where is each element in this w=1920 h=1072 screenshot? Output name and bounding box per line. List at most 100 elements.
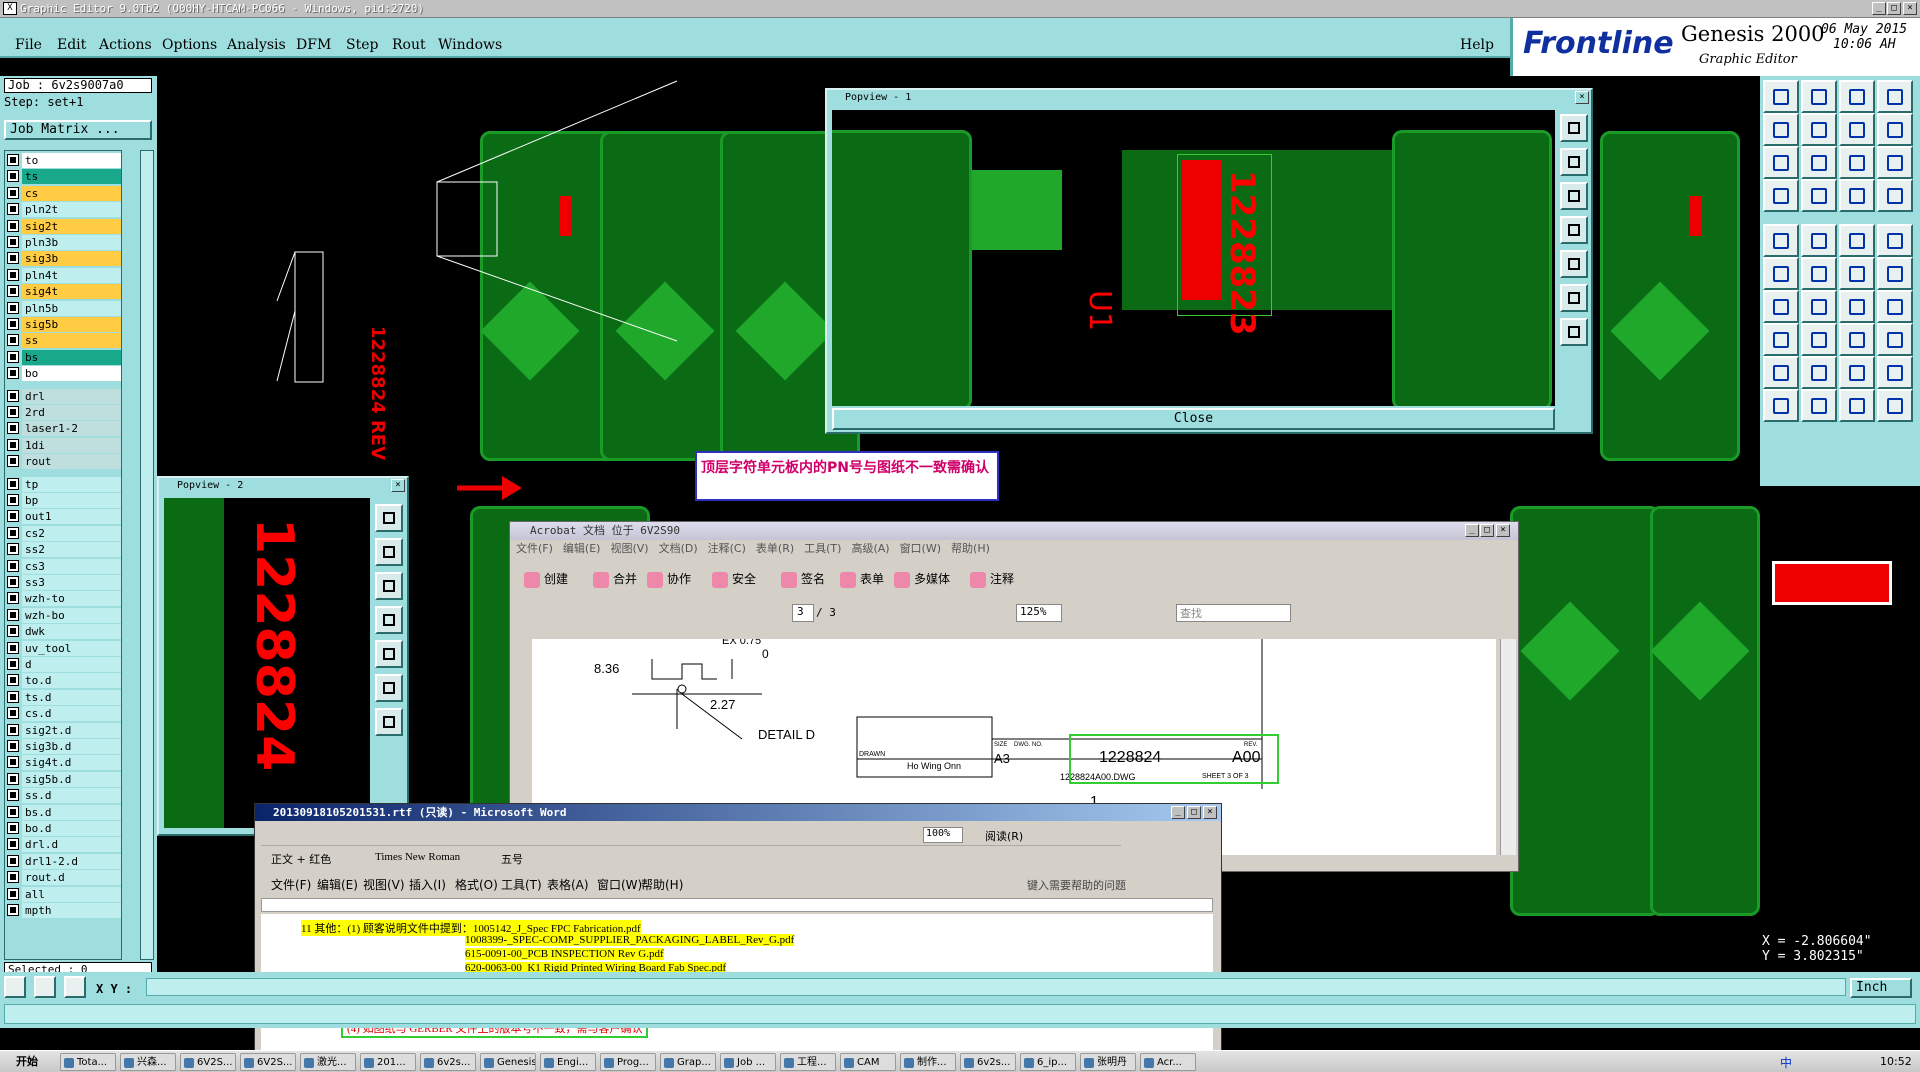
help-search-input[interactable]: 键入需要帮助的问题	[1027, 877, 1213, 893]
word-minimize-button[interactable]: _	[1171, 806, 1185, 819]
acrobat-menu-item[interactable]: 编辑(E)	[563, 542, 601, 555]
layer-checkbox[interactable]	[7, 219, 19, 232]
acrobat-tool-7[interactable]: 注释	[970, 570, 1014, 588]
acrobat-menu-item[interactable]: 工具(T)	[804, 542, 841, 555]
layer-checkbox[interactable]	[7, 707, 19, 720]
layer-checkbox[interactable]	[7, 406, 19, 418]
layer-row-sig4t.d[interactable]: sig4t.d	[7, 755, 121, 771]
font-icon[interactable]	[1801, 356, 1837, 389]
layer-checkbox[interactable]	[7, 904, 19, 916]
expand-icon[interactable]	[1763, 146, 1799, 179]
layer-row-out1[interactable]: out1	[7, 509, 121, 525]
save-icon[interactable]	[1801, 80, 1837, 113]
layer-row-pln5b[interactable]: pln5b	[7, 300, 121, 316]
home-icon[interactable]	[1839, 80, 1875, 113]
word-menu-item[interactable]: 格式(O)	[455, 876, 498, 893]
search-input[interactable]: 查找	[1176, 604, 1291, 622]
layer-row-ts[interactable]: ts	[7, 169, 121, 185]
popview-2-canvas[interactable]: 1228824	[164, 498, 370, 828]
net-icon[interactable]	[1839, 179, 1875, 212]
close-button[interactable]: ×	[1903, 2, 1917, 15]
layer-checkbox[interactable]	[7, 543, 19, 556]
arc-icon[interactable]	[1877, 257, 1913, 290]
layer-checkbox[interactable]	[7, 690, 19, 703]
layer-checkbox[interactable]	[7, 576, 19, 588]
popview-1-close-button[interactable]: Close	[832, 408, 1555, 430]
menu-step[interactable]: Step	[346, 37, 378, 53]
layer-row-ss3[interactable]: ss3	[7, 575, 121, 590]
layer-row-ss[interactable]: ss	[7, 333, 121, 349]
target-icon[interactable]	[1801, 179, 1837, 212]
record-icon[interactable]	[1763, 224, 1799, 257]
layer-checkbox[interactable]	[7, 389, 19, 402]
attr-icon[interactable]	[1877, 179, 1913, 212]
popview-2-close-icon[interactable]: ×	[391, 479, 405, 492]
word-menu-item[interactable]: 窗口(W)	[597, 876, 642, 893]
job-matrix-button[interactable]: Job Matrix ...	[4, 120, 152, 140]
word-menu-item[interactable]: 表格(A)	[547, 876, 589, 893]
style-select[interactable]: 正文 + 红色	[271, 851, 331, 867]
left-icon[interactable]	[1763, 113, 1799, 146]
layer-row-bo[interactable]: bo	[7, 366, 121, 382]
layer-checkbox[interactable]	[7, 186, 19, 199]
layer-row-sig2t[interactable]: sig2t	[7, 218, 121, 234]
layer-checkbox[interactable]	[7, 740, 19, 752]
acrobat-menu-item[interactable]: 表单(R)	[756, 542, 794, 555]
layer-checkbox[interactable]	[7, 871, 19, 884]
layer-row-rout.d[interactable]: rout.d	[7, 870, 121, 886]
menu-options[interactable]: Options	[162, 37, 217, 53]
acrobat-tool-5[interactable]: 表单	[840, 570, 884, 588]
pointer-icon[interactable]	[1763, 389, 1799, 422]
layer-row-sig5b.d[interactable]: sig5b.d	[7, 771, 121, 787]
acrobat-maximize-button[interactable]: □	[1480, 524, 1494, 537]
layer-checkbox[interactable]	[7, 422, 19, 435]
layer-row-sig4t[interactable]: sig4t	[7, 284, 121, 300]
layer-checkbox[interactable]	[7, 203, 19, 216]
taskbar-button[interactable]: Grap...	[660, 1053, 716, 1071]
layer-checkbox[interactable]	[7, 438, 19, 451]
layer-row-mpth[interactable]: mpth	[7, 903, 121, 918]
zoom-select[interactable]: 125%	[1016, 604, 1062, 622]
layer-checkbox[interactable]	[7, 510, 19, 523]
pdf-scrollbar[interactable]	[1500, 639, 1516, 855]
layer-row-pln3b[interactable]: pln3b	[7, 235, 121, 250]
zoom-home-icon[interactable]	[1560, 284, 1588, 312]
layer-checkbox[interactable]	[7, 608, 19, 621]
acrobat-menu-item[interactable]: 注释(C)	[708, 542, 746, 555]
poly-icon[interactable]	[1839, 356, 1875, 389]
page-number-input[interactable]: 3	[792, 604, 814, 622]
word-menu-item[interactable]: 帮助(H)	[641, 876, 683, 893]
acrobat-tool-6[interactable]: 多媒体	[894, 570, 950, 588]
ime-indicator[interactable]: 中	[1780, 1054, 1792, 1071]
acrobat-menu-item[interactable]: 视图(V)	[610, 542, 648, 555]
popview-1-close-icon[interactable]: ×	[1575, 91, 1589, 104]
word-menu-item[interactable]: 工具(T)	[501, 876, 542, 893]
layer-row-cs[interactable]: cs	[7, 185, 121, 201]
layer-row-sig2t.d[interactable]: sig2t.d	[7, 722, 121, 738]
layer-checkbox[interactable]	[7, 367, 19, 380]
ruler[interactable]	[261, 898, 1213, 912]
layer-row-dwk[interactable]: dwk	[7, 624, 121, 640]
layer-checkbox[interactable]	[7, 285, 19, 298]
add-pad-icon[interactable]	[1763, 257, 1799, 290]
taskbar-button[interactable]: 张明丹	[1080, 1053, 1136, 1071]
layer-row-to[interactable]: to	[7, 153, 121, 168]
pan-icon[interactable]	[1560, 114, 1588, 142]
pointer2-icon[interactable]	[1801, 389, 1837, 422]
reading-mode-button[interactable]: 阅读(R)	[985, 828, 1023, 844]
layer-checkbox[interactable]	[7, 526, 19, 539]
layer-checkbox[interactable]	[7, 789, 19, 802]
edit-icon[interactable]	[1801, 224, 1837, 257]
layer-row-drl.d[interactable]: drl.d	[7, 837, 121, 853]
zoom-out-icon[interactable]	[1560, 182, 1588, 210]
grid-tool-icon[interactable]	[64, 976, 86, 998]
layer-row-pln2t[interactable]: pln2t	[7, 202, 121, 218]
menu-analysis[interactable]: Analysis	[227, 37, 286, 53]
layer-checkbox[interactable]	[7, 170, 19, 183]
word-menu-item[interactable]: 插入(I)	[409, 876, 446, 893]
layer-row-cs3[interactable]: cs3	[7, 558, 121, 574]
draw-diag-icon[interactable]	[1801, 290, 1837, 323]
taskbar-button[interactable]: Engi...	[540, 1053, 596, 1071]
pointer4-icon[interactable]	[1877, 389, 1913, 422]
snap-icon[interactable]	[1877, 80, 1913, 113]
